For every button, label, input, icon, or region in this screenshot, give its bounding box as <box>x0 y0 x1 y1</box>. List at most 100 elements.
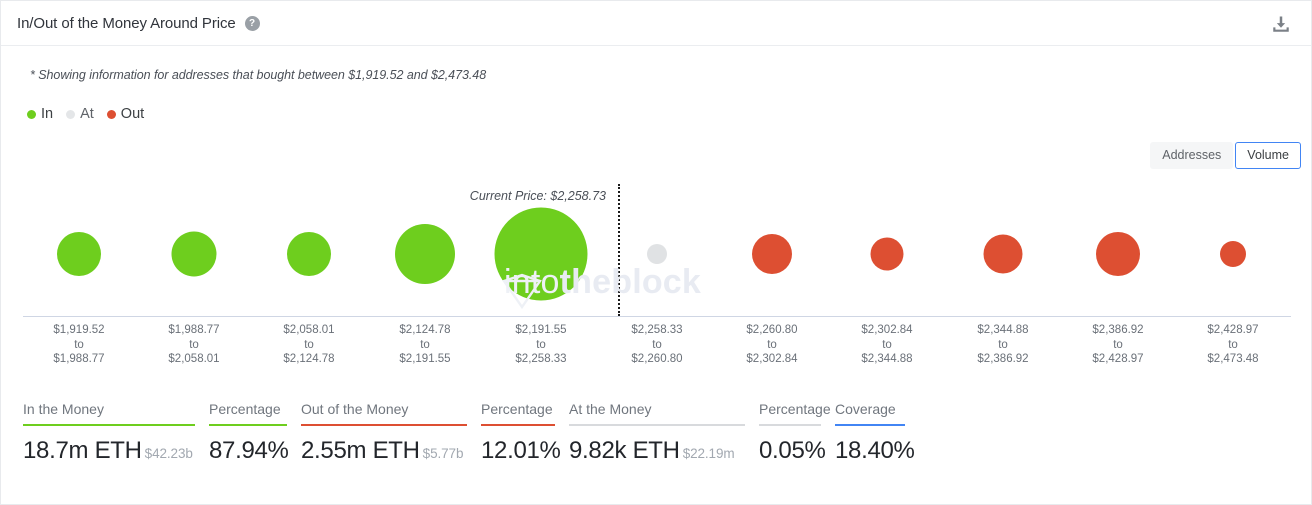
stat-rule <box>569 424 745 426</box>
axis-range-high: $2,260.80 <box>631 353 683 365</box>
stat-percentage: Percentage 12.01% <box>481 401 569 465</box>
legend-item-at[interactable]: At <box>66 106 94 122</box>
axis-range-sep: to <box>1228 338 1238 351</box>
stat-rule <box>835 424 905 426</box>
axis-range-low: $2,124.78 <box>399 324 451 336</box>
bubble-in-2[interactable] <box>287 232 331 276</box>
stat-rule <box>301 424 467 426</box>
legend-dot-out <box>106 109 116 119</box>
stat-label: Coverage <box>835 401 896 417</box>
question-mark-icon[interactable]: ? <box>244 15 260 31</box>
stat-subvalue: $42.23b <box>144 446 193 461</box>
axis-range-sep: to <box>882 338 892 351</box>
bubble-in-0[interactable] <box>57 232 101 276</box>
page-title: In/Out of the Money Around Price <box>17 14 236 32</box>
axis-range-sep: to <box>74 338 84 351</box>
stat-value: 18.7m ETH $42.23b <box>23 437 193 464</box>
in-out-money-card: In/Out of the Money Around Price ? * Sho… <box>0 0 1312 505</box>
axis-label-0: $1,919.52 to $1,988.77 <box>53 323 104 367</box>
axis-range-low: $2,302.84 <box>861 324 913 336</box>
axis-range-high: $2,302.84 <box>746 353 798 365</box>
axis-range-sep: to <box>536 338 546 351</box>
stat-value: 2.55m ETH $5.77b <box>301 437 464 464</box>
legend-label-in: In <box>41 106 54 122</box>
axis-range-high: $2,191.55 <box>399 353 451 365</box>
current-price-line <box>618 184 620 316</box>
bubble-plot: Current Price: $2,258.73 <box>1 171 1311 321</box>
x-axis-labels: $1,919.52 to $1,988.77 $1,988.77 to $2,058.01… <box>1 323 1311 373</box>
stat-out-of-the-money: Out of the Money 2.55m ETH $5.77b <box>301 401 481 465</box>
stat-in-the-money: In the Money 18.7m ETH $42.23b <box>23 401 209 465</box>
axis-label-5: $2,258.33 to $2,260.80 <box>631 323 682 367</box>
axis-range-high: $2,386.92 <box>977 353 1029 365</box>
stat-value: 12.01% <box>481 437 561 464</box>
stat-rule <box>209 424 287 426</box>
axis-range-high: $2,344.88 <box>861 353 913 365</box>
toggle-volume-button[interactable]: Volume <box>1235 142 1301 169</box>
stat-percentage: Percentage 0.05% <box>759 401 835 465</box>
bubble-in-4[interactable] <box>494 207 588 301</box>
stat-label: Percentage <box>209 401 281 417</box>
stat-label: Percentage <box>481 401 553 417</box>
metric-toggle: Addresses Volume <box>1150 142 1301 169</box>
bubble-at-5[interactable] <box>647 244 667 264</box>
summary-stats: In the Money 18.7m ETH $42.23b Percentage 87… <box>23 401 919 465</box>
stat-rule <box>23 424 195 426</box>
stat-subvalue: $22.19m <box>682 446 735 461</box>
stat-label: At the Money <box>569 401 652 417</box>
stat-value: 18.40% <box>835 437 915 464</box>
legend-item-in[interactable]: In <box>27 106 53 122</box>
axis-label-9: $2,386.92 to $2,428.97 <box>1092 323 1143 367</box>
axis-range-sep: to <box>767 338 777 351</box>
axis-label-6: $2,260.80 to $2,302.84 <box>746 323 797 367</box>
stat-label: In the Money <box>23 401 104 417</box>
axis-range-low: $2,191.55 <box>515 324 567 336</box>
toggle-addresses-button[interactable]: Addresses <box>1150 142 1234 169</box>
axis-range-low: $1,988.77 <box>168 324 220 336</box>
axis-range-low: $2,386.92 <box>1092 324 1144 336</box>
stat-value: 9.82k ETH $22.19m <box>569 437 735 464</box>
axis-range-high: $1,988.77 <box>53 353 105 365</box>
axis-range-low: $2,260.80 <box>746 324 798 336</box>
stat-rule <box>759 424 821 426</box>
axis-label-4: $2,191.55 to $2,258.33 <box>515 323 566 367</box>
axis-label-2: $2,058.01 to $2,124.78 <box>283 323 334 367</box>
stat-percentage: Percentage 87.94% <box>209 401 301 465</box>
stat-label: Out of the Money <box>301 401 409 417</box>
bubble-in-1[interactable] <box>171 231 217 277</box>
axis-range-sep: to <box>189 338 199 351</box>
stat-value: 87.94% <box>209 437 289 464</box>
axis-range-sep: to <box>420 338 430 351</box>
legend-dot-at <box>66 109 76 119</box>
stat-subvalue: $5.77b <box>422 446 464 461</box>
axis-range-low: $1,919.52 <box>53 324 105 336</box>
axis-range-high: $2,428.97 <box>1092 353 1144 365</box>
stat-value: 0.05% <box>759 437 826 464</box>
legend-item-out[interactable]: Out <box>106 106 145 122</box>
range-note: * Showing information for addresses that… <box>30 68 487 82</box>
axis-label-8: $2,344.88 to $2,386.92 <box>977 323 1028 367</box>
axis-range-sep: to <box>304 338 314 351</box>
bubble-out-10[interactable] <box>1220 241 1246 267</box>
legend-label-out: Out <box>120 106 145 122</box>
axis-range-high: $2,258.33 <box>515 353 567 365</box>
bubble-out-7[interactable] <box>870 237 904 271</box>
legend-dot-in <box>27 109 36 119</box>
x-axis-line <box>23 316 1291 317</box>
stat-coverage: Coverage 18.40% <box>835 401 919 465</box>
download-icon[interactable] <box>1269 12 1293 36</box>
axis-range-low: $2,428.97 <box>1207 324 1259 336</box>
bubble-out-9[interactable] <box>1096 232 1140 276</box>
bubble-in-3[interactable] <box>395 224 455 284</box>
axis-label-1: $1,988.77 to $2,058.01 <box>168 323 219 367</box>
stat-rule <box>481 424 555 426</box>
axis-range-low: $2,258.33 <box>631 324 683 336</box>
axis-range-sep: to <box>1113 338 1123 351</box>
axis-range-high: $2,058.01 <box>168 353 220 365</box>
axis-label-7: $2,302.84 to $2,344.88 <box>861 323 912 367</box>
stat-at-the-money: At the Money 9.82k ETH $22.19m <box>569 401 759 465</box>
bubble-out-8[interactable] <box>983 234 1023 274</box>
axis-range-sep: to <box>652 338 662 351</box>
bubble-out-6[interactable] <box>752 234 792 274</box>
axis-range-sep: to <box>998 338 1008 351</box>
